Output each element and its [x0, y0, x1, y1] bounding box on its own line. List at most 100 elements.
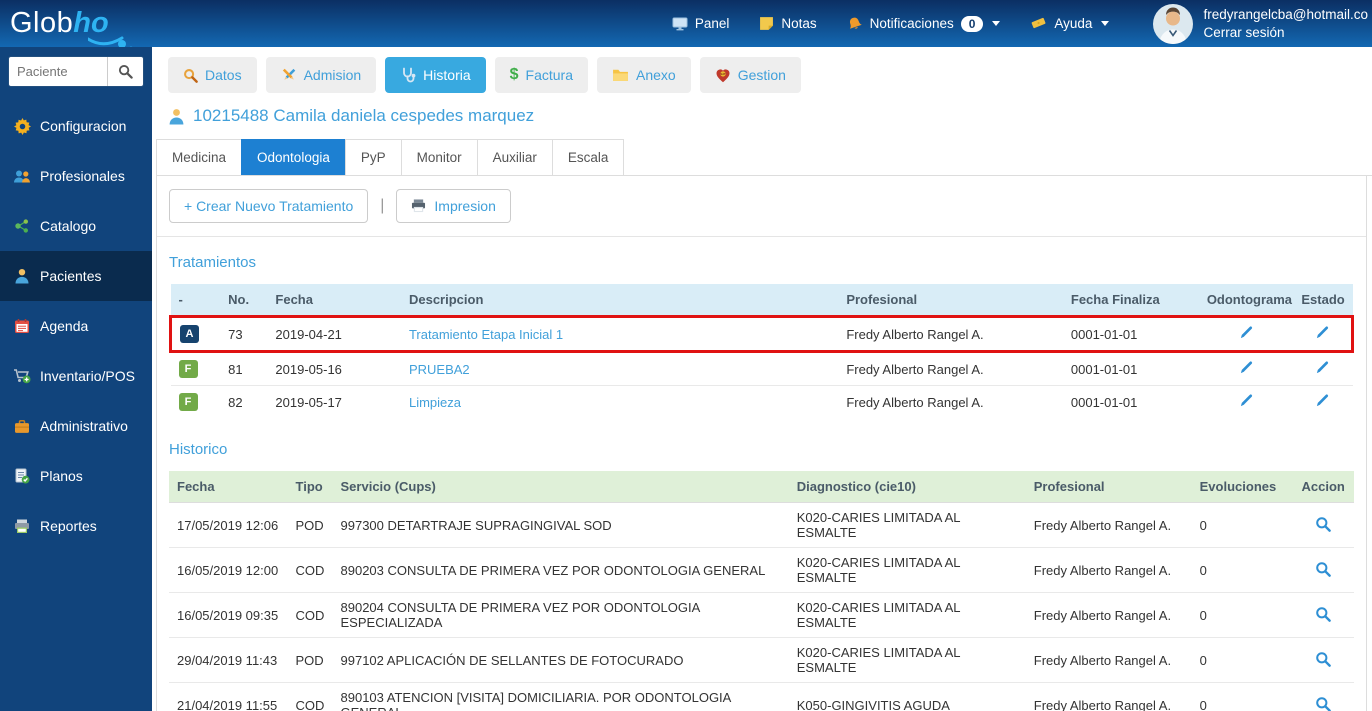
sidebar-item-pacientes[interactable]: Pacientes	[0, 251, 152, 301]
table-row: 16/05/2019 12:00 COD 890203 CONSULTA DE …	[169, 547, 1354, 593]
tab-label: Admision	[303, 67, 362, 83]
history-date: 16/05/2019 09:35	[169, 592, 288, 638]
avatar	[1153, 3, 1194, 44]
chevron-down-icon	[1101, 21, 1110, 26]
history-service: 890203 CONSULTA DE PRIMERA VEZ POR ODONT…	[332, 547, 789, 593]
column-header: No.	[220, 284, 268, 317]
tab-admision[interactable]: Admision	[265, 57, 377, 93]
edit-status-icon[interactable]	[1315, 393, 1330, 408]
nav-panel[interactable]: Panel	[672, 16, 729, 31]
table-row: 17/05/2019 12:06 POD 997300 DETARTRAJE S…	[169, 502, 1354, 548]
tab-label: Gestion	[737, 67, 786, 83]
chevron-down-icon	[992, 21, 1001, 26]
history-service: 997102 APLICACIÓN DE SELLANTES DE FOTOCU…	[332, 637, 789, 683]
treatment-link[interactable]: PRUEBA2	[409, 362, 470, 377]
sidebar-item-agenda[interactable]: Agenda	[0, 301, 152, 351]
view-detail-icon[interactable]	[1315, 516, 1331, 532]
view-detail-icon[interactable]	[1315, 561, 1331, 577]
view-detail-icon[interactable]	[1315, 696, 1331, 711]
user-box[interactable]: fredyrangelcba@hotmail.co Cerrar sesión	[1153, 3, 1368, 44]
sidebar-item-catalogo[interactable]: Catalogo	[0, 201, 152, 251]
column-header: Servicio (Cups)	[332, 471, 789, 503]
patient-search-group	[8, 56, 144, 87]
subtab-pyp[interactable]: PyP	[344, 139, 402, 175]
subtab-odontologia[interactable]: Odontologia	[241, 139, 346, 175]
catalog-icon	[13, 218, 31, 234]
create-treatment-button[interactable]: + Crear Nuevo Tratamiento	[169, 189, 369, 223]
treatment-professional: Fredy Alberto Rangel A.	[838, 315, 1063, 353]
history-professional: Fredy Alberto Rangel A.	[1025, 637, 1192, 683]
print-button[interactable]: Impresion	[396, 189, 511, 223]
treatment-end-date: 0001-01-01	[1062, 351, 1199, 386]
tab-datos[interactable]: Datos	[168, 57, 257, 93]
app-logo: Glob ho	[10, 7, 160, 47]
column-header: Descripcion	[400, 284, 839, 317]
search-icon	[184, 68, 198, 83]
sidebar-item-label: Configuracion	[40, 118, 127, 134]
logo-text: Glob	[10, 7, 74, 39]
edit-odontogram-icon[interactable]	[1239, 360, 1254, 375]
history-diagnosis: K050-GINGIVITIS AGUDA	[788, 682, 1026, 711]
treatment-professional: Fredy Alberto Rangel A.	[838, 351, 1063, 386]
document-check-icon	[13, 468, 31, 484]
sidebar-item-administrativo[interactable]: Administrativo	[0, 401, 152, 451]
view-detail-icon[interactable]	[1315, 606, 1331, 622]
history-type: COD	[287, 592, 333, 638]
toolbar-separator: |	[380, 197, 385, 214]
history-diagnosis: K020-CARIES LIMITADA AL ESMALTE	[788, 637, 1026, 683]
sidebar-item-label: Reportes	[40, 518, 97, 534]
edit-status-icon[interactable]	[1315, 325, 1330, 340]
patient-search-button[interactable]	[107, 57, 143, 86]
treatment-link[interactable]: Limpieza	[409, 395, 461, 410]
toolbar: + Crear Nuevo Tratamiento | Impresion	[157, 176, 1366, 237]
column-header: -	[170, 284, 221, 317]
history-evolutions: 0	[1191, 682, 1293, 711]
sat-badge-text: SAT	[720, 72, 726, 76]
column-header: Fecha Finaliza	[1062, 284, 1199, 317]
edit-status-icon[interactable]	[1315, 360, 1330, 375]
logo-accent-text: ho	[73, 7, 109, 39]
sidebar-item-planos[interactable]: Planos	[0, 451, 152, 501]
sidebar-item-label: Administrativo	[40, 418, 128, 434]
sidebar-item-label: Planos	[40, 468, 83, 484]
table-row[interactable]: F 81 2019-05-16 PRUEBA2 Fredy Alberto Ra…	[170, 351, 1353, 386]
history-type: POD	[287, 637, 333, 683]
column-header: Accion	[1292, 471, 1354, 503]
subtab-monitor[interactable]: Monitor	[400, 139, 478, 175]
sidebar-item-reportes[interactable]: Reportes	[0, 501, 152, 551]
edit-odontogram-icon[interactable]	[1239, 325, 1254, 340]
nav-notificaciones[interactable]: Notificaciones 0	[847, 15, 1001, 32]
treatment-link[interactable]: Tratamiento Etapa Inicial 1	[409, 327, 563, 342]
tab-historia[interactable]: Historia	[385, 57, 486, 93]
history-evolutions: 0	[1191, 502, 1293, 548]
print-button-label: Impresion	[434, 198, 496, 214]
edit-odontogram-icon[interactable]	[1239, 393, 1254, 408]
sidebar-item-profesionales[interactable]: Profesionales	[0, 151, 152, 201]
folder-icon	[613, 69, 628, 81]
history-date: 17/05/2019 12:06	[169, 502, 288, 548]
sidebar-item-configuracion[interactable]: Configuracion	[0, 101, 152, 151]
subtab-medicina[interactable]: Medicina	[156, 139, 243, 175]
logout-link[interactable]: Cerrar sesión	[1203, 24, 1368, 42]
nav-ayuda[interactable]: Ayuda	[1030, 16, 1110, 31]
sidebar-item-inventario-pos[interactable]: Inventario/POS	[0, 351, 152, 401]
patient-search-input[interactable]	[9, 57, 107, 86]
tab-label: Historia	[423, 67, 471, 83]
section-heading: Historico	[169, 441, 228, 458]
printer-icon	[412, 199, 426, 213]
nav-notas[interactable]: Notas	[759, 16, 817, 31]
table-row[interactable]: A 73 2019-04-21 Tratamiento Etapa Inicia…	[169, 315, 1355, 353]
history-evolutions: 0	[1191, 637, 1293, 683]
subtab-auxiliar[interactable]: Auxiliar	[476, 139, 553, 175]
status-badge: F	[178, 393, 198, 411]
subtab-escala[interactable]: Escala	[551, 139, 625, 175]
tab-anexo[interactable]: Anexo	[597, 57, 691, 93]
view-detail-icon[interactable]	[1315, 651, 1331, 667]
calendar-icon	[13, 318, 31, 334]
monitor-icon	[672, 17, 688, 30]
table-row[interactable]: F 82 2019-05-17 Limpieza Fredy Alberto R…	[170, 385, 1353, 418]
tab-factura[interactable]: $ Factura	[494, 57, 589, 93]
history-service: 890103 ATENCION [VISITA] DOMICILIARIA. P…	[332, 682, 789, 711]
treatment-date: 2019-05-17	[267, 385, 401, 418]
tab-gestion[interactable]: SAT Gestion	[699, 57, 801, 93]
